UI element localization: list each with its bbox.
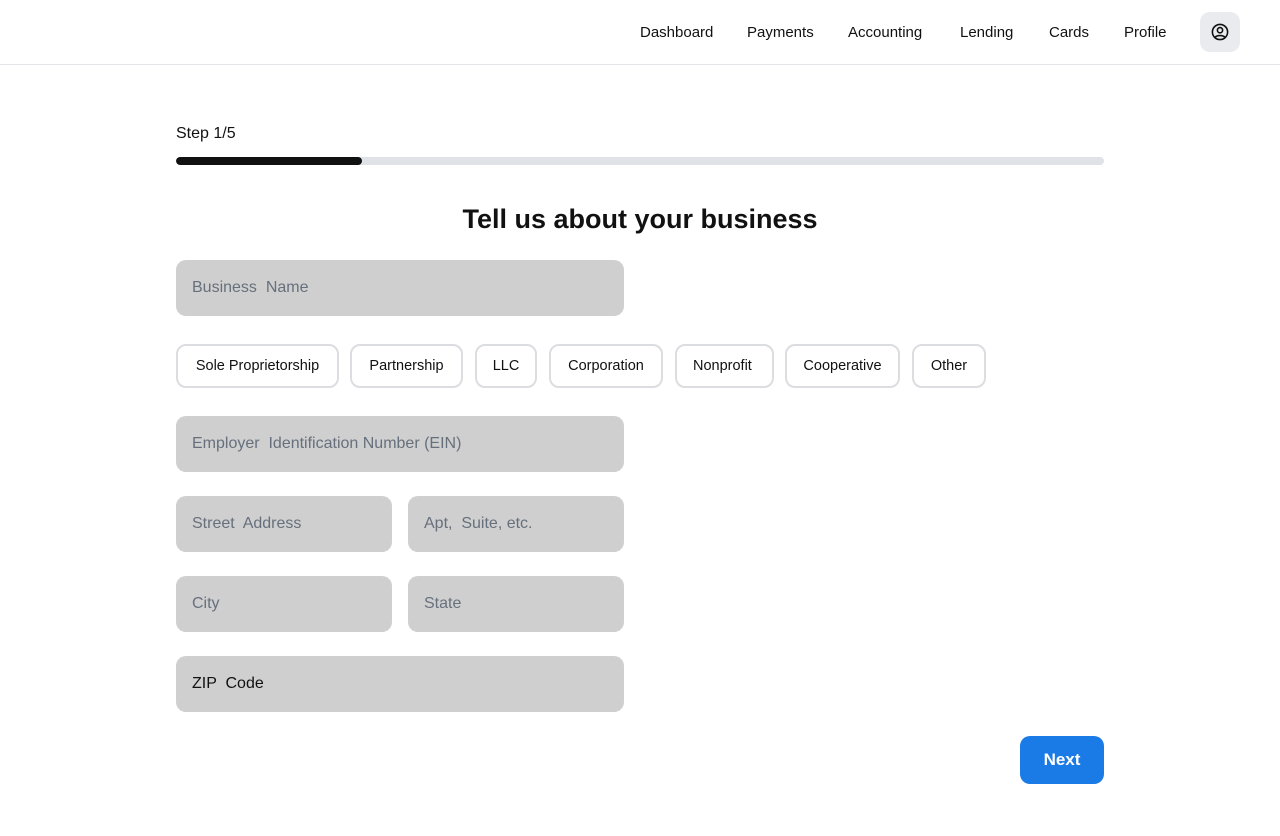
page-title: Tell us about your business [462,204,818,234]
business-type-cooperative[interactable]: Cooperative [785,344,900,388]
city-input[interactable] [176,576,392,632]
business-type-nonprofit[interactable]: Nonprofit [675,344,774,388]
business-type-sole-proprietorship[interactable]: Sole Proprietorship [176,344,339,388]
user-circle-icon [1211,23,1229,41]
street-address-input[interactable] [176,496,392,552]
progress-bar [176,157,1104,165]
business-name-input[interactable] [176,260,624,316]
nav-link-cards[interactable]: Cards [1049,24,1089,42]
business-type-partnership[interactable]: Partnership [350,344,463,388]
next-button[interactable]: Next [1020,736,1104,784]
nav-link-payments[interactable]: Payments [747,24,814,42]
ein-input[interactable] [176,416,624,472]
progress-bar-fill [176,157,362,165]
apt-suite-input[interactable] [408,496,624,552]
business-type-llc[interactable]: LLC [475,344,537,388]
state-input[interactable] [408,576,624,632]
business-type-other[interactable]: Other [912,344,986,388]
nav-link-accounting[interactable]: Accounting [848,24,922,42]
business-type-corporation[interactable]: Corporation [549,344,663,388]
profile-avatar-button[interactable] [1200,12,1240,52]
nav-link-profile[interactable]: Profile [1124,24,1167,42]
nav-link-lending[interactable]: Lending [960,24,1013,42]
nav-link-dashboard[interactable]: Dashboard [640,24,713,42]
zip-code-input[interactable] [176,656,624,712]
top-navigation-bar: Dashboard Payments Accounting Lending Ca… [0,0,1280,65]
step-indicator-label: Step 1/5 [176,125,236,142]
